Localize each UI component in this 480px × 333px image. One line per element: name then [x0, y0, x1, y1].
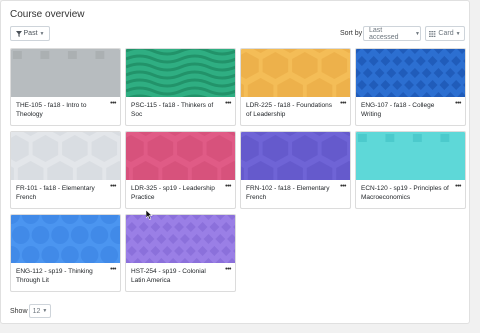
- chevron-down-icon: ▼: [42, 308, 48, 314]
- more-options-icon[interactable]: •••: [455, 100, 461, 107]
- course-image[interactable]: [126, 132, 235, 180]
- course-title-link[interactable]: FR-101 - fa18 - Elementary French: [16, 184, 106, 202]
- course-image[interactable]: [11, 215, 120, 263]
- course-title-link[interactable]: PSC-115 - fa18 - Thinkers of Soc: [131, 101, 221, 119]
- course-title-link[interactable]: THE-105 - fa18 - Intro to Theology: [16, 101, 106, 119]
- course-card[interactable]: ENG-107 - fa18 - College Writing •••: [355, 48, 466, 126]
- chevron-down-icon: ▼: [39, 30, 45, 37]
- grid-icon: [429, 30, 436, 37]
- more-options-icon[interactable]: •••: [110, 183, 116, 190]
- funnel-icon: [15, 30, 22, 37]
- sort-label: Sort by: [340, 30, 363, 37]
- course-card-body: LDR-225 - fa18 - Foundations of Leadersh…: [241, 97, 350, 125]
- more-options-icon[interactable]: •••: [455, 183, 461, 190]
- filter-dropdown[interactable]: Past ▼: [10, 26, 50, 41]
- course-image[interactable]: [11, 132, 120, 180]
- course-title-link[interactable]: ENG-112 - sp19 - Thinking Through Lit: [16, 267, 106, 285]
- course-card-body: ENG-112 - sp19 - Thinking Through Lit •••: [11, 263, 120, 291]
- course-card-body: ECN-120 - sp19 - Principles of Macroecon…: [356, 180, 465, 208]
- course-title-link[interactable]: LDR-225 - fa18 - Foundations of Leadersh…: [246, 101, 336, 119]
- sort-value: Last accessed: [369, 26, 399, 41]
- course-title-link[interactable]: ENG-107 - fa18 - College Writing: [361, 101, 451, 119]
- course-image[interactable]: [11, 49, 120, 97]
- more-options-icon[interactable]: •••: [110, 266, 116, 273]
- filter-label: Past: [23, 30, 38, 37]
- course-card-body: FR-101 - fa18 - Elementary French •••: [11, 180, 120, 208]
- more-options-icon[interactable]: •••: [340, 100, 346, 107]
- course-title-link[interactable]: LDR-325 - sp19 - Leadership Practice: [131, 184, 221, 202]
- course-image[interactable]: [241, 132, 350, 180]
- course-card[interactable]: LDR-225 - fa18 - Foundations of Leadersh…: [240, 48, 351, 126]
- course-card-body: THE-105 - fa18 - Intro to Theology •••: [11, 97, 120, 125]
- course-card[interactable]: FR-101 - fa18 - Elementary French •••: [10, 131, 121, 209]
- course-card[interactable]: HST-254 - sp19 - Colonial Latin America •…: [125, 214, 236, 292]
- page-size-dropdown[interactable]: 12 ▼: [29, 304, 51, 318]
- course-card[interactable]: PSC-115 - fa18 - Thinkers of Soc •••: [125, 48, 236, 126]
- course-card[interactable]: FRN-102 - fa18 - Elementary French •••: [240, 131, 351, 209]
- panel-title: Course overview: [10, 9, 85, 20]
- page-size-value: 12: [32, 307, 41, 315]
- course-card[interactable]: THE-105 - fa18 - Intro to Theology •••: [10, 48, 121, 126]
- course-card[interactable]: ECN-120 - sp19 - Principles of Macroecon…: [355, 131, 466, 209]
- course-overview-panel: Course overview Past ▼ Sort by Last acce…: [0, 0, 470, 324]
- course-image[interactable]: [126, 215, 235, 263]
- view-value: Card: [438, 30, 454, 37]
- more-options-icon[interactable]: •••: [225, 100, 231, 107]
- course-title-link[interactable]: HST-254 - sp19 - Colonial Latin America: [131, 267, 221, 285]
- course-card-body: LDR-325 - sp19 - Leadership Practice •••: [126, 180, 235, 208]
- mouse-cursor-icon: [146, 210, 153, 220]
- more-options-icon[interactable]: •••: [225, 183, 231, 190]
- course-image[interactable]: [356, 132, 465, 180]
- course-image[interactable]: [241, 49, 350, 97]
- course-card[interactable]: ENG-112 - sp19 - Thinking Through Lit •••: [10, 214, 121, 292]
- course-image[interactable]: [126, 49, 235, 97]
- course-card-body: PSC-115 - fa18 - Thinkers of Soc •••: [126, 97, 235, 125]
- course-image[interactable]: [356, 49, 465, 97]
- course-title-link[interactable]: FRN-102 - fa18 - Elementary French: [246, 184, 336, 202]
- course-card-body: HST-254 - sp19 - Colonial Latin America •…: [126, 263, 235, 291]
- view-dropdown[interactable]: Card ▼: [425, 26, 465, 41]
- sort-dropdown[interactable]: Last accessed ▼: [363, 26, 421, 41]
- chevron-down-icon: ▼: [415, 30, 420, 37]
- course-title-link[interactable]: ECN-120 - sp19 - Principles of Macroecon…: [361, 184, 451, 202]
- more-options-icon[interactable]: •••: [340, 183, 346, 190]
- more-options-icon[interactable]: •••: [110, 100, 116, 107]
- more-options-icon[interactable]: •••: [225, 266, 231, 273]
- chevron-down-icon: ▼: [455, 30, 461, 37]
- course-card-body: FRN-102 - fa18 - Elementary French •••: [241, 180, 350, 208]
- course-card[interactable]: LDR-325 - sp19 - Leadership Practice •••: [125, 131, 236, 209]
- course-card-body: ENG-107 - fa18 - College Writing •••: [356, 97, 465, 125]
- show-label: Show: [10, 308, 28, 315]
